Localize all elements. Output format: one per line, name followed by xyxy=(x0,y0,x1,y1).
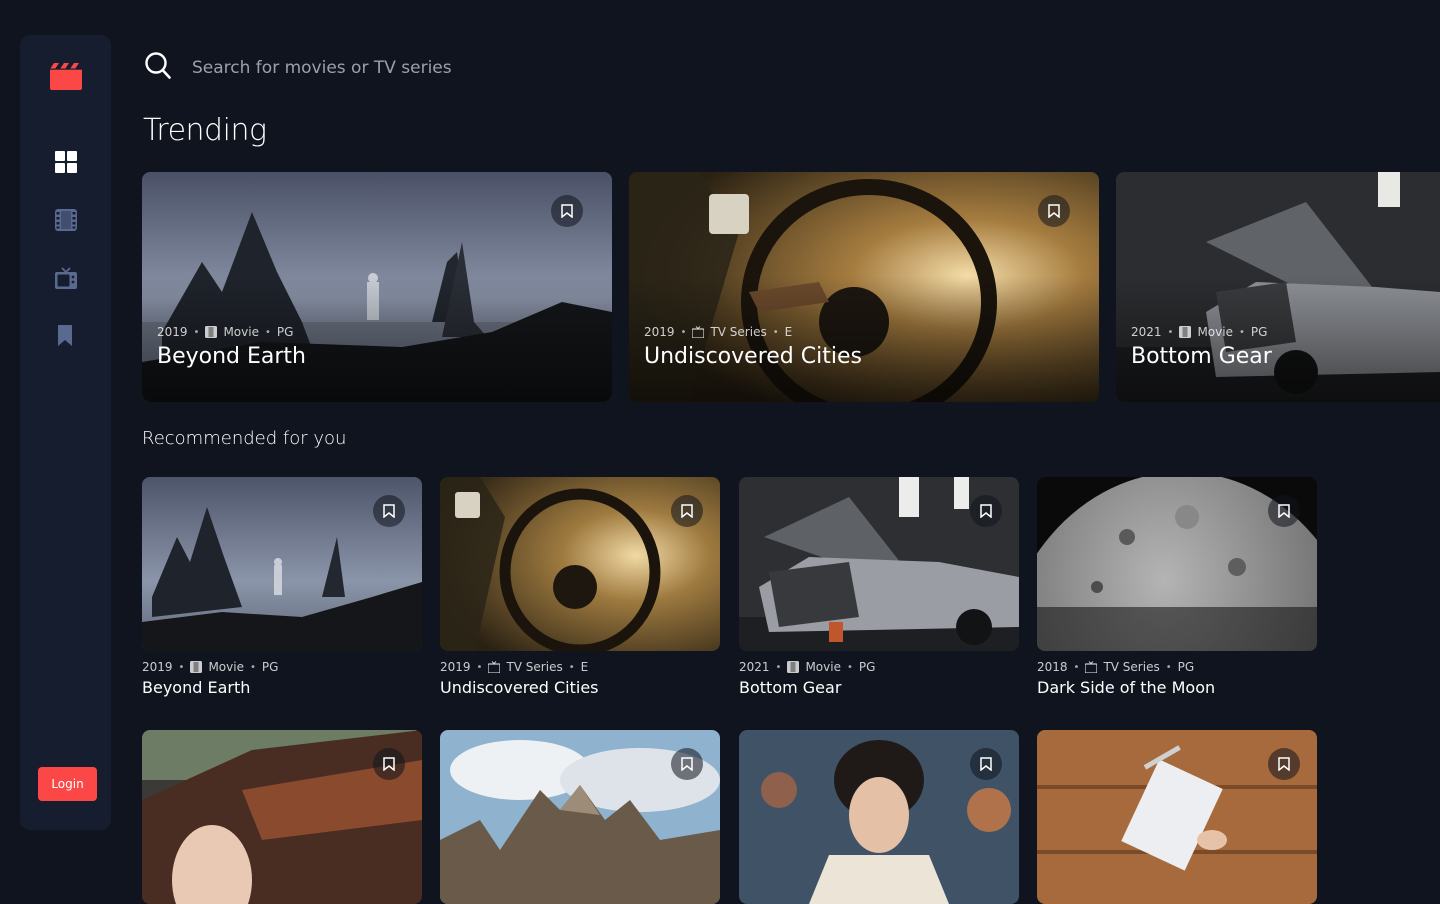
recommended-card[interactable]: 2019 • Movie • PG Beyond Earth xyxy=(142,477,422,697)
card-meta: 2019 • Movie • PG xyxy=(157,325,294,339)
tv-icon xyxy=(488,661,501,673)
card-thumbnail xyxy=(1037,477,1317,651)
trending-card[interactable]: 2019 • Movie • PG Beyond Earth xyxy=(142,172,612,402)
category: Movie xyxy=(1197,325,1233,339)
rating: PG xyxy=(858,660,876,674)
film-icon xyxy=(190,661,203,673)
card-meta: 2019 • TV Series • E xyxy=(644,325,793,339)
card-title: Beyond Earth xyxy=(142,678,251,697)
rating: E xyxy=(784,325,793,339)
card-meta: 2018 • TV Series • PG xyxy=(1037,660,1195,674)
recommended-card[interactable] xyxy=(440,730,720,904)
rating: PG xyxy=(1250,325,1268,339)
card-title: Bottom Gear xyxy=(739,678,842,697)
category: Movie xyxy=(223,325,259,339)
card-thumbnail xyxy=(440,730,720,904)
category: Movie xyxy=(208,660,244,674)
search-bar xyxy=(145,52,845,82)
film-icon xyxy=(1179,326,1192,338)
login-button[interactable]: Login xyxy=(38,767,97,801)
trending-heading: Trending xyxy=(143,113,267,148)
recommended-card[interactable]: 2019 • TV Series • E Undiscovered Cities xyxy=(440,477,720,697)
bookmark-empty-icon xyxy=(1278,504,1290,518)
tv-icon xyxy=(1085,661,1098,673)
bookmark-toggle[interactable] xyxy=(1268,748,1300,780)
year: 2019 xyxy=(644,325,675,339)
card-title: Dark Side of the Moon xyxy=(1037,678,1216,697)
card-thumbnail xyxy=(1037,730,1317,904)
year: 2018 xyxy=(1037,660,1068,674)
trending-card[interactable]: 2021 • Movie • PG Bottom Gear xyxy=(1116,172,1440,402)
card-thumbnail xyxy=(739,477,1019,651)
logo-clapperboard-icon[interactable] xyxy=(50,63,82,90)
film-icon[interactable] xyxy=(55,209,77,231)
year: 2021 xyxy=(1131,325,1162,339)
card-meta: 2019 • Movie • PG xyxy=(142,660,279,674)
bookmark-empty-icon xyxy=(681,504,693,518)
bookmark-empty-icon xyxy=(561,204,573,218)
trending-card[interactable]: 2019 • TV Series • E Undiscovered Cities xyxy=(629,172,1099,402)
category: Movie xyxy=(805,660,841,674)
bookmark-toggle[interactable] xyxy=(1038,195,1070,227)
search-input[interactable] xyxy=(192,54,792,82)
bookmark-toggle[interactable] xyxy=(373,748,405,780)
year: 2019 xyxy=(142,660,173,674)
tv-icon xyxy=(692,326,705,338)
recommended-card[interactable] xyxy=(1037,730,1317,904)
sidebar: Login xyxy=(20,35,111,830)
card-thumbnail xyxy=(142,730,422,904)
recommended-card[interactable]: 2018 • TV Series • PG Dark Side of the Moo… xyxy=(1037,477,1317,697)
bookmark-empty-icon xyxy=(980,504,992,518)
card-title: Beyond Earth xyxy=(157,344,307,369)
year: 2019 xyxy=(440,660,471,674)
recommended-card[interactable] xyxy=(739,730,1019,904)
card-title: Undiscovered Cities xyxy=(440,678,599,697)
bookmark-toggle[interactable] xyxy=(970,495,1002,527)
year: 2019 xyxy=(157,325,188,339)
bookmark-empty-icon xyxy=(1048,204,1060,218)
bookmark-empty-icon xyxy=(681,757,693,771)
category: TV Series xyxy=(506,660,563,674)
category: TV Series xyxy=(1103,660,1160,674)
bookmark-empty-icon xyxy=(383,757,395,771)
card-meta: 2021 • Movie • PG xyxy=(739,660,876,674)
rating: E xyxy=(580,660,589,674)
bookmark-toggle[interactable] xyxy=(551,195,583,227)
card-thumbnail xyxy=(142,477,422,651)
bookmark-toggle[interactable] xyxy=(671,495,703,527)
category: TV Series xyxy=(710,325,767,339)
bookmark-toggle[interactable] xyxy=(1268,495,1300,527)
card-meta: 2021 • Movie • PG xyxy=(1131,325,1268,339)
rating: PG xyxy=(1177,660,1195,674)
bookmark-icon[interactable] xyxy=(55,325,77,347)
rating: PG xyxy=(261,660,279,674)
card-thumbnail xyxy=(739,730,1019,904)
recommended-heading: Recommended for you xyxy=(142,428,347,449)
card-meta: 2019 • TV Series • E xyxy=(440,660,589,674)
year: 2021 xyxy=(739,660,770,674)
card-title: Bottom Gear xyxy=(1131,344,1272,369)
bookmark-toggle[interactable] xyxy=(373,495,405,527)
grid-icon[interactable] xyxy=(55,151,77,173)
bookmark-toggle[interactable] xyxy=(671,748,703,780)
recommended-card[interactable]: 2021 • Movie • PG Bottom Gear xyxy=(739,477,1019,697)
film-icon xyxy=(205,326,218,338)
film-icon xyxy=(787,661,800,673)
bookmark-empty-icon xyxy=(1278,757,1290,771)
rating: PG xyxy=(276,325,294,339)
search-icon xyxy=(145,52,171,79)
recommended-card[interactable] xyxy=(142,730,422,904)
card-thumbnail xyxy=(440,477,720,651)
bookmark-toggle[interactable] xyxy=(970,748,1002,780)
card-title: Undiscovered Cities xyxy=(644,344,862,369)
bookmark-empty-icon xyxy=(980,757,992,771)
bookmark-empty-icon xyxy=(383,504,395,518)
tv-icon[interactable] xyxy=(55,267,77,289)
